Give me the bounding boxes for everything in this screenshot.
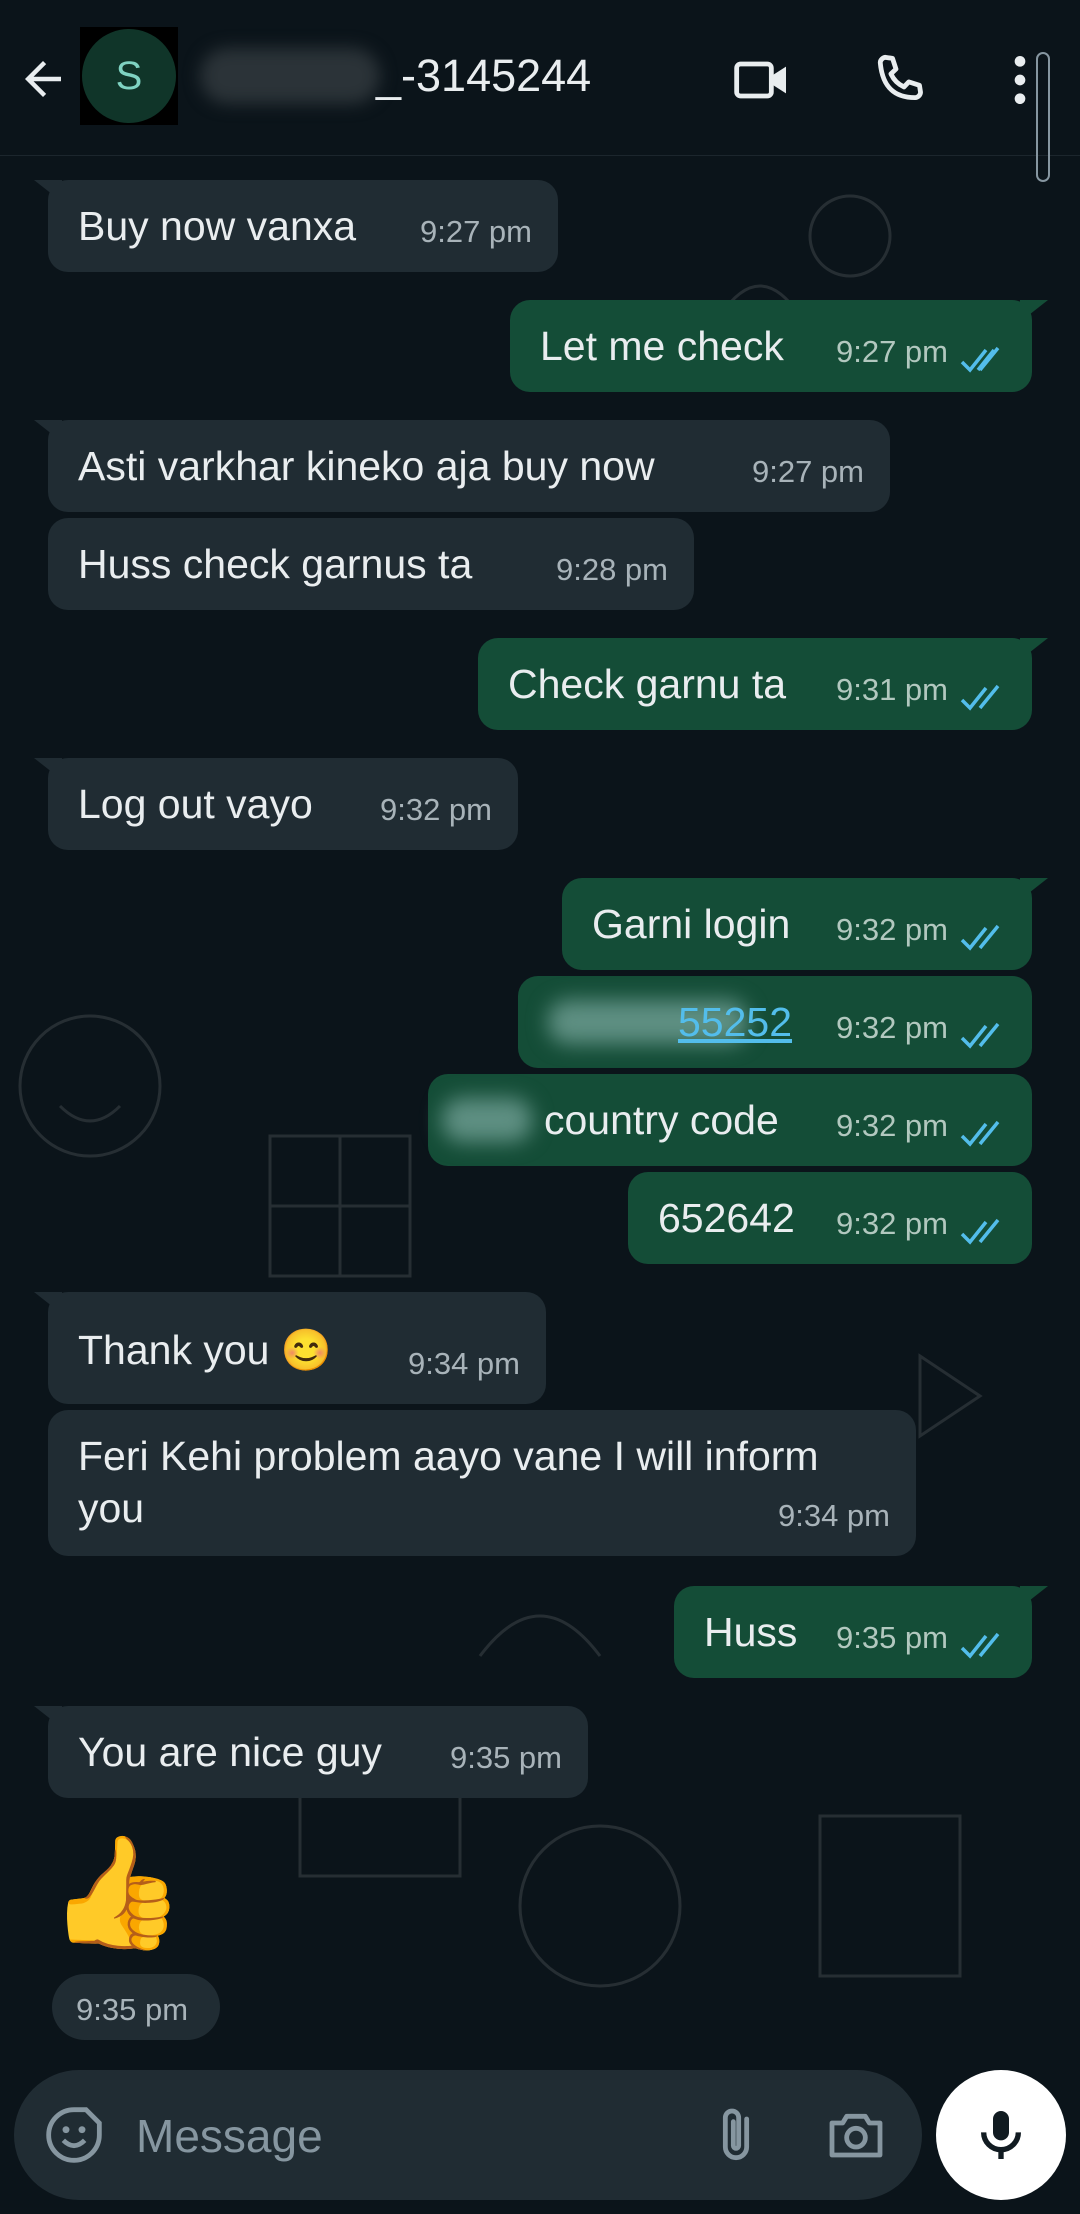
message-list[interactable]: Buy now vanxa 9:27 pm Let me check 9:27 … bbox=[0, 156, 1080, 2056]
emoji-message[interactable]: 👍 bbox=[48, 1828, 188, 1958]
message-text: Thank you 😊 bbox=[78, 1327, 332, 1373]
emoji-icon[interactable] bbox=[42, 2103, 106, 2167]
mic-icon bbox=[981, 2111, 1021, 2159]
message-text: 652642 bbox=[658, 1195, 795, 1241]
message-time: 9:27 pm bbox=[419, 214, 532, 249]
message-time: 9:34 pm bbox=[777, 1498, 890, 1533]
message-time: 9:35 pm bbox=[835, 1620, 948, 1655]
message-bubble-incoming[interactable]: Log out vayo 9:32 pm bbox=[34, 758, 518, 850]
message-bubble-outgoing[interactable]: Let me check 9:27 pm bbox=[510, 300, 1048, 392]
avatar[interactable]: S bbox=[80, 27, 178, 125]
video-call-icon[interactable] bbox=[730, 48, 794, 112]
contact-name-redaction bbox=[200, 48, 380, 104]
double-check-icon bbox=[960, 684, 1000, 711]
message-text: Log out vayo bbox=[78, 781, 313, 827]
avatar-initial: S bbox=[82, 29, 176, 123]
message-bubble-incoming[interactable]: Thank you 😊 9:34 pm bbox=[34, 1292, 546, 1404]
message-bubble-incoming[interactable]: Feri Kehi problem aayo vane I will infor… bbox=[48, 1410, 916, 1556]
message-text: Huss bbox=[704, 1609, 798, 1655]
message-text: Let me check bbox=[540, 323, 784, 369]
double-check-icon bbox=[960, 1218, 1000, 1245]
message-bubble-incoming[interactable]: Asti varkhar kineko aja buy now 9:27 pm bbox=[34, 420, 890, 512]
camera-icon[interactable] bbox=[824, 2103, 888, 2167]
attach-icon[interactable] bbox=[704, 2103, 768, 2167]
double-check-icon bbox=[960, 346, 1000, 373]
message-text: You are nice guy bbox=[78, 1729, 382, 1775]
message-bubble-outgoing[interactable]: Check garnu ta 9:31 pm bbox=[478, 638, 1048, 730]
message-input[interactable] bbox=[134, 2100, 698, 2172]
message-time: 9:32 pm bbox=[835, 1206, 948, 1241]
message-text: Check garnu ta bbox=[508, 661, 787, 707]
message-time: 9:32 pm bbox=[379, 792, 492, 827]
message-time: 9:34 pm bbox=[407, 1346, 520, 1381]
message-text-line-1: Feri Kehi problem aayo vane I will infor… bbox=[78, 1433, 819, 1479]
message-text: Asti varkhar kineko aja buy now bbox=[78, 443, 655, 489]
back-arrow-icon[interactable] bbox=[16, 52, 70, 106]
message-bubble-incoming[interactable]: Buy now vanxa 9:27 pm bbox=[34, 180, 558, 272]
double-check-icon bbox=[960, 924, 1000, 951]
message-text: country code bbox=[544, 1097, 779, 1143]
chat-header: S _-3145244 bbox=[0, 0, 1080, 182]
message-bubble-outgoing[interactable]: Huss 9:35 pm bbox=[674, 1586, 1048, 1678]
message-text-line-2: you bbox=[78, 1485, 145, 1531]
contact-name[interactable]: _-3145244 bbox=[376, 48, 591, 104]
message-bubble-outgoing[interactable]: Garni login 9:32 pm bbox=[562, 878, 1048, 970]
message-time: 9:35 pm bbox=[76, 1992, 189, 2027]
message-bubble-outgoing[interactable]: country code 9:32 pm bbox=[428, 1074, 1032, 1166]
message-time: 9:27 pm bbox=[751, 454, 864, 489]
composer-bar bbox=[14, 2070, 922, 2200]
emoji-time-badge: 9:35 pm bbox=[52, 1974, 220, 2040]
message-time: 9:32 pm bbox=[835, 1108, 948, 1143]
message-time: 9:27 pm bbox=[835, 334, 948, 369]
double-check-icon bbox=[960, 1632, 1000, 1659]
message-time: 9:32 pm bbox=[835, 1010, 948, 1045]
message-text: Garni login bbox=[592, 901, 791, 947]
message-time: 9:31 pm bbox=[835, 672, 948, 707]
phone-number-link[interactable]: 55252 bbox=[678, 996, 792, 1048]
message-time: 9:28 pm bbox=[555, 552, 668, 587]
message-time: 9:32 pm bbox=[835, 912, 948, 947]
phone-icon[interactable] bbox=[868, 48, 932, 112]
message-bubble-outgoing[interactable]: 55252 9:32 pm bbox=[518, 976, 1032, 1068]
double-check-icon bbox=[960, 1120, 1000, 1147]
double-check-icon bbox=[960, 1022, 1000, 1049]
message-bubble-incoming[interactable]: Huss check garnus ta 9:28 pm bbox=[48, 518, 694, 610]
message-bubble-outgoing[interactable]: 652642 9:32 pm bbox=[628, 1172, 1032, 1264]
message-time: 9:35 pm bbox=[449, 1740, 562, 1775]
redaction-blur bbox=[442, 1098, 532, 1142]
message-bubble-incoming[interactable]: You are nice guy 9:35 pm bbox=[34, 1706, 588, 1798]
message-text: Buy now vanxa bbox=[78, 203, 357, 249]
message-text: Huss check garnus ta bbox=[78, 541, 473, 587]
mic-button[interactable] bbox=[936, 2070, 1066, 2200]
